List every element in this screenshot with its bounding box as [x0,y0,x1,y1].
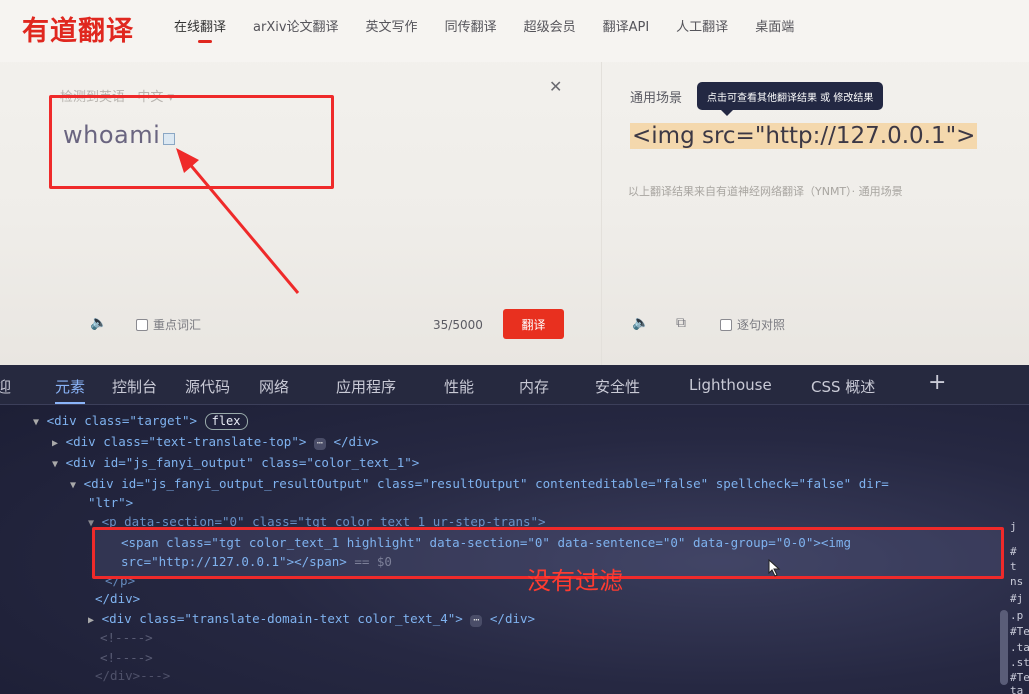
nav-human[interactable]: 人工翻译 [676,16,728,35]
annotation-box-source [49,95,334,189]
nav-vip[interactable]: 超级会员 [524,16,576,35]
styles-fragment: .p [1010,609,1024,622]
nav-english-writing[interactable]: 英文写作 [366,16,418,35]
tab-network[interactable]: 网络 [259,376,289,397]
speaker-icon[interactable]: 🔈 [90,315,107,331]
dom-tag-text: <div class="target"> [46,413,198,428]
styles-fragment: .st [1010,656,1029,669]
nav-api[interactable]: 翻译API [603,16,650,35]
tab-application[interactable]: 应用程序 [336,376,396,397]
tab-console[interactable]: 控制台 [112,376,157,397]
tab-css-overview[interactable]: CSS 概述 [811,376,875,397]
checkbox-icon[interactable] [720,318,732,331]
youdao-logo[interactable]: 有道翻译 [22,9,134,48]
site-header: 有道翻译 在线翻译 arXiv论文翻译 英文写作 同传翻译 超级会员 翻译API… [0,0,1029,62]
styles-fragment: #Te [1010,625,1029,638]
dom-comment: <!----> [100,630,153,645]
dom-tag-text: <div id="js_fanyi_output" class="color_t… [65,455,420,470]
tab-sources[interactable]: 源代码 [185,376,230,397]
dom-comment-text: <!----> [100,650,153,665]
tab-security[interactable]: 安全性 [595,376,640,397]
dom-tag-text: <div id="js_fanyi_output_resultOutput" c… [83,476,889,491]
dom-tag-text: </div> [95,591,141,606]
speaker-icon-output[interactable]: 🔈 [632,315,649,331]
checkbox-icon[interactable] [136,318,148,331]
tab-performance[interactable]: 性能 [444,376,474,397]
panel-divider [601,62,602,365]
styles-fragment: #j [1010,592,1024,605]
collapsed-ellipsis-icon[interactable]: ⋯ [313,438,326,450]
devtools-tabbar: 迎 元素 控制台 源代码 网络 应用程序 性能 内存 安全性 Lighthous… [0,365,1029,405]
dom-tag-text: <div class="text-translate-top"> [65,434,307,449]
styles-fragment: #Te [1010,671,1029,684]
flex-badge[interactable]: flex [204,413,248,430]
translation-output[interactable]: <img src="http://127.0.0.1"> [630,123,978,149]
styles-fragment: ns [1010,575,1024,588]
translate-button[interactable]: 翻译 [503,309,564,339]
dom-node-translate-top[interactable]: ▶ <div class="text-translate-top"> ⋯ </d… [52,434,379,450]
annotation-text: 没有过滤 [527,567,623,595]
dom-comment: <!----> [100,650,153,665]
main-nav: 在线翻译 arXiv论文翻译 英文写作 同传翻译 超级会员 翻译API 人工翻译… [174,16,821,43]
styles-fragment: # [1010,545,1017,558]
dom-node-result-output-cont: "ltr"> [88,495,133,510]
nav-arxiv[interactable]: arXiv论文翻译 [253,16,339,35]
tab-memory[interactable]: 内存 [519,376,549,397]
dom-node-target[interactable]: ▼ <div class="target"> flex [33,413,248,430]
mouse-cursor-icon [768,559,781,577]
char-counter: 35/5000 [433,318,483,332]
styles-fragment: t [1010,560,1017,573]
tab-elements[interactable]: 元素 [55,376,86,404]
styles-fragment: .ta [1010,641,1029,654]
sentence-align-checkbox[interactable]: 逐句对照 [720,316,785,333]
clear-input-icon[interactable]: ✕ [549,77,562,96]
collapsed-ellipsis-icon[interactable]: ⋯ [470,615,483,627]
translation-source-note: 以上翻译结果来自有道神经网络翻译（YNMT）· 通用场景 [628,185,903,198]
copy-icon[interactable]: ⧉ [676,315,686,331]
tab-lighthouse[interactable]: Lighthouse [689,376,772,394]
add-tab-icon[interactable]: + [928,370,946,395]
dom-tag-text: </div> [489,611,536,626]
dom-tag-text: <div class="translate-domain-text color_… [101,611,463,626]
sentence-align-label: 逐句对照 [737,318,786,332]
dom-tag-text: </div> [333,434,379,449]
nav-desktop[interactable]: 桌面端 [755,16,794,35]
result-tooltip: 点击可查看其他翻译结果 或 修改结果 [697,82,884,116]
dom-scrollbar[interactable] [1000,610,1008,685]
nav-simultaneous[interactable]: 同传翻译 [445,16,497,35]
styles-fragment: ta [1010,684,1024,694]
scene-label[interactable]: 通用场景 [630,87,682,106]
dom-node-fanyi-output[interactable]: ▼ <div id="js_fanyi_output" class="color… [52,455,419,470]
key-words-label: 重点词汇 [153,318,202,332]
dom-close-trail: </div>---> [95,668,170,683]
dom-tag-text: "ltr"> [88,495,134,510]
dom-node-domain-text[interactable]: ▶ <div class="translate-domain-text colo… [88,611,535,627]
styles-fragment: j [1010,520,1017,533]
tab-welcome[interactable]: 迎 [0,376,11,397]
dom-comment-text: <!----> [100,630,153,645]
dom-node-result-output[interactable]: ▼ <div id="js_fanyi_output_resultOutput"… [70,476,889,491]
dom-comment-text: </div>---> [95,668,171,683]
dom-close-div: </div> [95,591,140,606]
nav-online-translate[interactable]: 在线翻译 [174,16,226,43]
key-words-checkbox[interactable]: 重点词汇 [136,316,201,333]
